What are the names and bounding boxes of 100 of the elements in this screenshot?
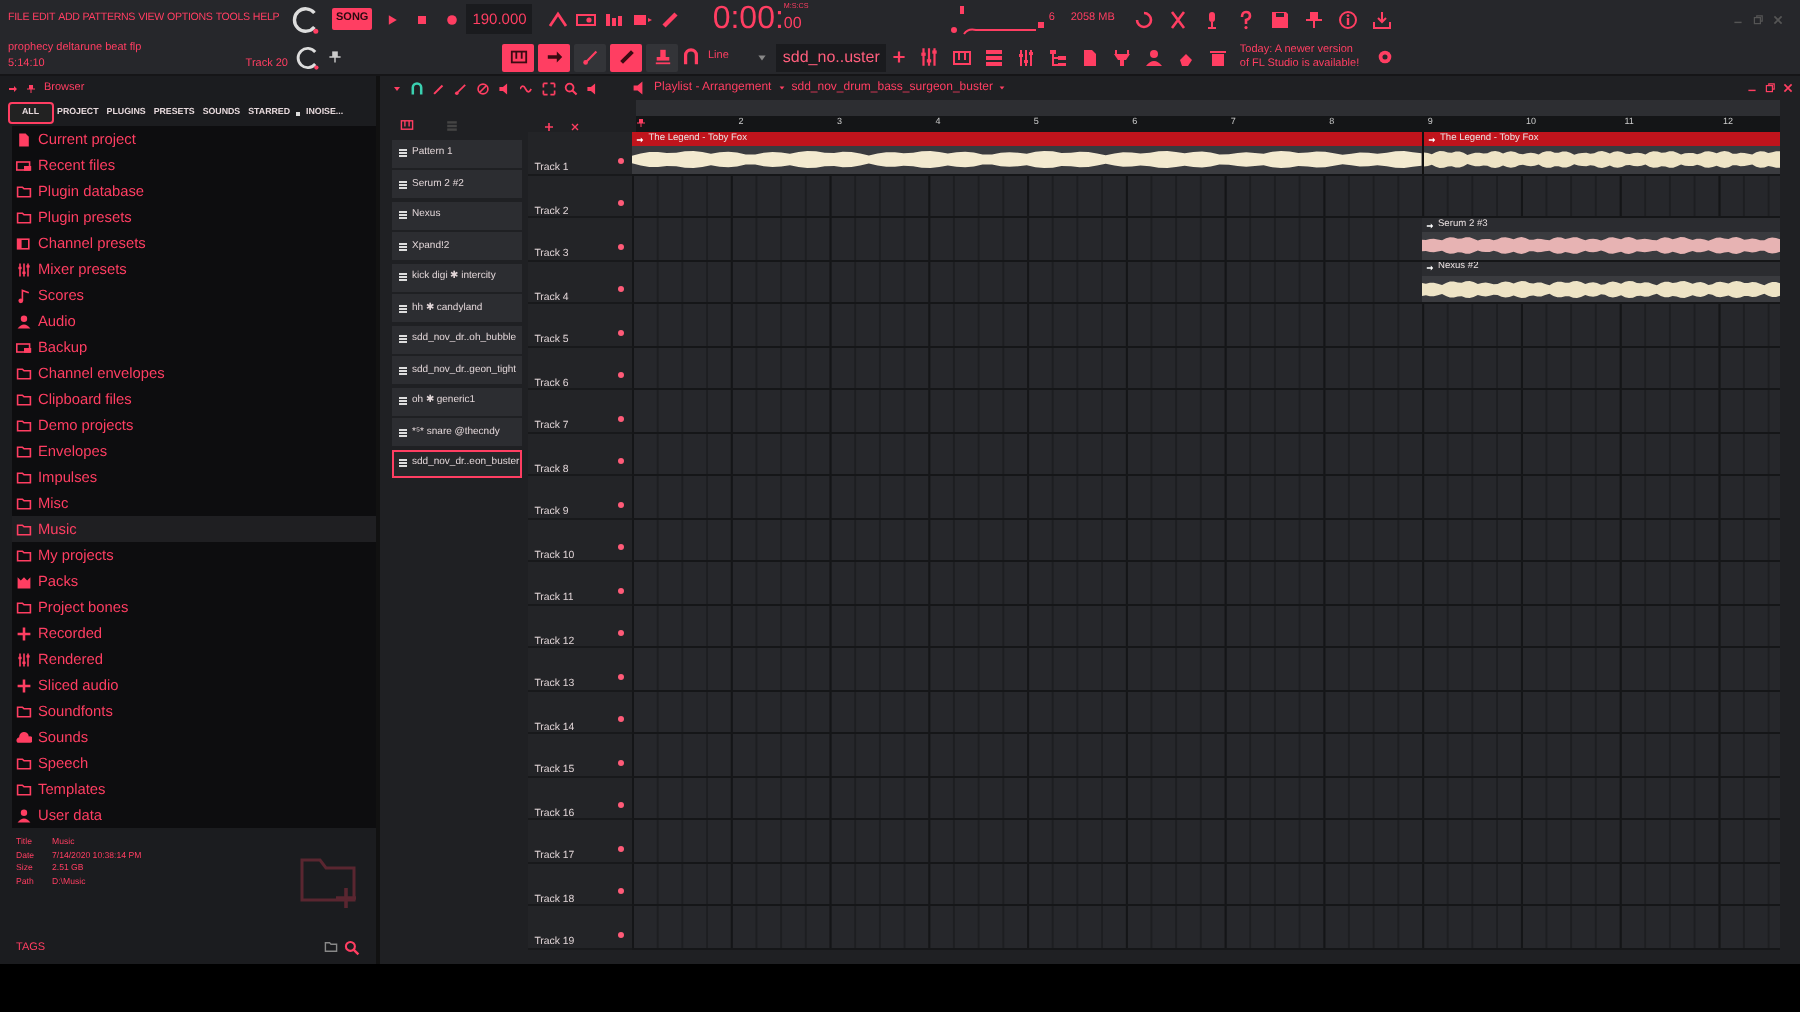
mixer-icon[interactable] xyxy=(1015,47,1036,67)
search-icon[interactable] xyxy=(564,81,579,95)
magnet-icon[interactable] xyxy=(682,48,700,66)
grid-icon xyxy=(398,272,409,283)
clip-icon xyxy=(1425,264,1434,272)
help-icon[interactable] xyxy=(1236,9,1257,29)
grid-icon xyxy=(398,210,409,221)
plus-icon xyxy=(16,625,32,641)
mute-icon[interactable] xyxy=(616,370,627,380)
link-button[interactable] xyxy=(610,43,642,71)
peak-icon[interactable] xyxy=(548,9,569,29)
cassette-icon[interactable] xyxy=(576,9,597,29)
pattern-selector[interactable]: sdd_no..uster xyxy=(776,43,886,71)
search-icon[interactable] xyxy=(344,939,361,956)
person-icon[interactable] xyxy=(1143,47,1164,67)
select-icon[interactable] xyxy=(542,81,557,95)
mute-icon[interactable] xyxy=(616,757,627,767)
play-button[interactable] xyxy=(384,11,401,27)
piano-roll-icon[interactable] xyxy=(400,118,415,132)
overview-scrollbar[interactable] xyxy=(636,100,1780,116)
mute-icon[interactable] xyxy=(616,241,627,251)
mute-icon[interactable] xyxy=(616,155,627,165)
knob-icon[interactable] xyxy=(296,45,320,69)
mute-icon[interactable] xyxy=(616,800,627,810)
pin-icon[interactable] xyxy=(328,50,342,64)
stamp-button[interactable] xyxy=(646,43,678,71)
mute-icon[interactable] xyxy=(616,284,627,294)
info-icon[interactable] xyxy=(1338,9,1359,29)
cloud-icon xyxy=(16,729,32,745)
close-icon[interactable] xyxy=(1782,82,1794,94)
mute-icon[interactable] xyxy=(616,585,627,595)
speaker-icon[interactable] xyxy=(498,81,513,95)
dropdown-icon[interactable] xyxy=(756,51,769,63)
bars-icon[interactable] xyxy=(604,9,625,29)
person-icon xyxy=(16,807,32,823)
plus-icon[interactable] xyxy=(544,122,555,132)
mute-icon[interactable] xyxy=(616,327,627,337)
channel-icon xyxy=(16,235,32,251)
pencil-icon[interactable] xyxy=(432,81,447,95)
grid-icon xyxy=(398,458,409,469)
close-icon[interactable] xyxy=(570,122,581,132)
arrow-button[interactable] xyxy=(538,43,570,71)
grid-icon xyxy=(398,396,409,407)
folder-icon xyxy=(16,599,32,615)
mute-icon[interactable] xyxy=(616,456,627,466)
brush-button[interactable] xyxy=(574,43,606,71)
time-centiseconds: 00 xyxy=(783,12,804,37)
grid-icon xyxy=(398,241,409,252)
grid-icon xyxy=(398,148,409,159)
speaker-icon[interactable] xyxy=(586,81,601,95)
mixer-icon[interactable] xyxy=(917,46,940,68)
grid-icon xyxy=(398,179,409,190)
arrow-icon xyxy=(545,48,563,66)
pack-icon xyxy=(16,573,32,589)
link-icon xyxy=(617,48,635,66)
note-icon xyxy=(16,287,32,303)
mute-icon[interactable] xyxy=(616,714,627,724)
mute-icon[interactable] xyxy=(616,413,627,423)
plug-icon[interactable] xyxy=(1111,47,1132,67)
brush-icon xyxy=(581,48,599,66)
grid-icon[interactable] xyxy=(983,47,1004,67)
brush-icon[interactable] xyxy=(454,81,469,95)
refresh-icon[interactable] xyxy=(1134,9,1155,29)
trash-icon[interactable] xyxy=(1207,47,1228,67)
save-icon[interactable] xyxy=(1270,9,1291,29)
knob-icon[interactable] xyxy=(292,5,320,33)
mute-icon[interactable] xyxy=(616,499,627,509)
tree-icon[interactable] xyxy=(1047,47,1068,67)
pin-icon[interactable] xyxy=(26,83,36,93)
grid-icon xyxy=(398,334,409,345)
clip-icon xyxy=(636,135,645,143)
mute-icon[interactable] xyxy=(616,929,627,939)
wave-icon[interactable] xyxy=(520,81,535,95)
mute-icon[interactable] xyxy=(616,198,627,208)
grid-icon xyxy=(398,303,409,314)
dropdown-icon[interactable] xyxy=(392,83,403,93)
mute-icon[interactable] xyxy=(616,671,627,681)
page-icon[interactable] xyxy=(1079,47,1100,67)
magnet-icon[interactable] xyxy=(410,81,425,95)
piano-roll-icon[interactable] xyxy=(951,47,972,67)
link-icon[interactable] xyxy=(660,9,681,29)
clip-icon xyxy=(1427,135,1436,143)
piano-roll-button[interactable] xyxy=(502,43,534,71)
plus-icon xyxy=(16,677,32,693)
download-icon[interactable] xyxy=(1372,9,1393,29)
arrow-icon[interactable] xyxy=(8,83,18,93)
grid-icon xyxy=(398,427,409,438)
scissors-icon[interactable] xyxy=(1168,9,1189,29)
clip-icon xyxy=(1425,221,1434,229)
screen-icon[interactable] xyxy=(632,9,653,29)
mute-icon[interactable] xyxy=(616,628,627,638)
mute-icon[interactable] xyxy=(616,542,627,552)
no-sign-icon[interactable] xyxy=(476,81,491,95)
record-button[interactable] xyxy=(444,11,461,27)
pin-icon[interactable] xyxy=(1304,9,1325,29)
mute-icon[interactable] xyxy=(616,886,627,896)
restore-icon[interactable] xyxy=(1764,82,1776,94)
folder-icon[interactable] xyxy=(324,940,339,955)
mute-icon[interactable] xyxy=(616,843,627,853)
plus-icon[interactable] xyxy=(891,50,906,64)
